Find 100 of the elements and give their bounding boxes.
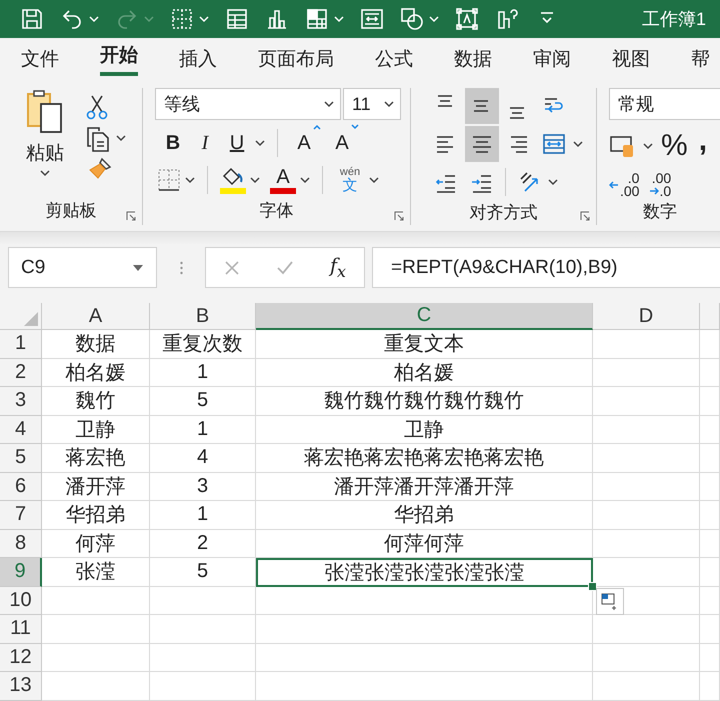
- row-header[interactable]: 7: [0, 501, 42, 530]
- align-center-button[interactable]: [465, 126, 499, 162]
- italic-button[interactable]: I: [191, 128, 219, 158]
- bar-chart-icon[interactable]: [265, 7, 289, 31]
- percent-button[interactable]: %: [661, 131, 688, 161]
- caret-icon[interactable]: [250, 176, 260, 184]
- empty-cell[interactable]: [700, 644, 720, 672]
- increase-decimal-button[interactable]: .0 .00: [609, 172, 640, 198]
- row-header[interactable]: 1: [0, 330, 42, 358]
- ribbon-tab[interactable]: 文件: [21, 38, 59, 80]
- empty-cell[interactable]: [593, 330, 700, 358]
- insert-function-button[interactable]: f$_{x}$: [330, 254, 346, 280]
- bold-button[interactable]: B: [159, 128, 187, 158]
- number-format-dropdown[interactable]: 常规: [609, 88, 720, 120]
- empty-cell[interactable]: [700, 387, 720, 416]
- empty-cell[interactable]: [150, 644, 256, 672]
- sheet-cell[interactable]: 重复文本: [256, 330, 593, 358]
- row-header[interactable]: 3: [0, 387, 42, 416]
- sheet-cell[interactable]: 卫静: [256, 416, 593, 444]
- empty-cell[interactable]: [256, 615, 593, 644]
- empty-cell[interactable]: [700, 615, 720, 644]
- font-name-dropdown[interactable]: 等线: [155, 88, 341, 120]
- drag-handle-icon[interactable]: [180, 260, 182, 274]
- underline-button[interactable]: U: [223, 128, 251, 158]
- row-header[interactable]: 8: [0, 530, 42, 558]
- caret-icon[interactable]: [116, 135, 126, 142]
- shapes-icon[interactable]: [400, 7, 424, 31]
- sheet-cell[interactable]: 何萍何萍: [256, 530, 593, 558]
- sheet-cell[interactable]: 魏竹魏竹魏竹魏竹魏竹: [256, 387, 593, 416]
- row-header[interactable]: 10: [0, 586, 42, 615]
- borders-icon[interactable]: [170, 7, 194, 31]
- paste-button[interactable]: 粘贴: [14, 88, 76, 195]
- sheet-cell[interactable]: 1: [150, 358, 256, 387]
- sheet-cell[interactable]: 张滢: [42, 558, 150, 586]
- empty-cell[interactable]: [700, 586, 720, 615]
- empty-cell[interactable]: [256, 644, 593, 672]
- sheet-cell[interactable]: 重复次数: [150, 330, 256, 358]
- sheet-cell[interactable]: 柏名媛: [256, 358, 593, 387]
- column-header[interactable]: A: [42, 303, 150, 330]
- dialog-launcher-icon[interactable]: [394, 211, 404, 221]
- column-header[interactable]: B: [150, 303, 256, 330]
- row-header[interactable]: 2: [0, 358, 42, 387]
- caret-icon[interactable]: [185, 176, 195, 184]
- sheet-cell[interactable]: 何萍: [42, 530, 150, 558]
- caret-icon[interactable]: [300, 176, 310, 184]
- frame-icon[interactable]: [360, 7, 384, 31]
- empty-cell[interactable]: [593, 387, 700, 416]
- empty-cell[interactable]: [700, 444, 720, 472]
- caret-icon[interactable]: [255, 140, 265, 146]
- caret-icon[interactable]: [548, 178, 558, 186]
- caret-icon[interactable]: [369, 176, 379, 184]
- sheet-cell[interactable]: 华招弟: [256, 501, 593, 530]
- ribbon-tab[interactable]: 帮: [691, 38, 710, 80]
- caret-icon[interactable]: [384, 100, 394, 108]
- empty-cell[interactable]: [150, 672, 256, 700]
- caret-icon[interactable]: [573, 140, 583, 148]
- empty-cell[interactable]: [700, 672, 720, 700]
- empty-cell[interactable]: [150, 586, 256, 615]
- empty-cell[interactable]: [700, 472, 720, 501]
- caret-icon[interactable]: [643, 142, 653, 150]
- sheet-cell[interactable]: 1: [150, 416, 256, 444]
- table-icon[interactable]: [305, 7, 329, 31]
- sheet-cell[interactable]: 1: [150, 501, 256, 530]
- dialog-launcher-icon[interactable]: [126, 211, 136, 221]
- row-header[interactable]: 11: [0, 615, 42, 644]
- row-header[interactable]: 9: [0, 558, 42, 586]
- row-header[interactable]: 6: [0, 472, 42, 501]
- empty-cell[interactable]: [593, 672, 700, 700]
- scissors-icon[interactable]: [86, 94, 108, 120]
- sheet-cell[interactable]: 张滢张滢张滢张滢张滢: [256, 558, 593, 586]
- row-header[interactable]: 4: [0, 416, 42, 444]
- sheet-cell[interactable]: 柏名媛: [42, 358, 150, 387]
- align-middle-button[interactable]: [465, 88, 499, 124]
- ribbon-tab[interactable]: 插入: [179, 38, 217, 80]
- ribbon-tab[interactable]: 开始: [100, 38, 138, 76]
- empty-cell[interactable]: [700, 501, 720, 530]
- empty-cell[interactable]: [593, 530, 700, 558]
- check-icon[interactable]: [276, 260, 294, 276]
- sheet-cell[interactable]: 3: [150, 472, 256, 501]
- column-header[interactable]: C: [256, 303, 593, 330]
- phonetic-button[interactable]: wén 文: [335, 167, 365, 193]
- sheet-cell[interactable]: 蒋宏艳: [42, 444, 150, 472]
- ribbon-tab[interactable]: 视图: [612, 38, 650, 80]
- font-size-dropdown[interactable]: 11: [343, 88, 401, 120]
- caret-icon[interactable]: [40, 170, 50, 177]
- empty-cell[interactable]: [593, 472, 700, 501]
- sheet-cell[interactable]: 2: [150, 530, 256, 558]
- borders-icon[interactable]: [157, 168, 181, 192]
- fill-handle[interactable]: [588, 582, 597, 590]
- shrink-font-button[interactable]: A: [328, 128, 356, 158]
- textbox-icon[interactable]: [455, 7, 479, 31]
- ribbon-tab[interactable]: 数据: [454, 38, 492, 80]
- decrease-decimal-button[interactable]: .00 .0: [649, 172, 672, 198]
- sheet-cell[interactable]: 华招弟: [42, 501, 150, 530]
- empty-cell[interactable]: [256, 672, 593, 700]
- row-header[interactable]: 13: [0, 672, 42, 700]
- save-icon[interactable]: [20, 7, 44, 31]
- sheet-cell[interactable]: 潘开萍: [42, 472, 150, 501]
- empty-cell[interactable]: [593, 358, 700, 387]
- grow-font-button[interactable]: A: [290, 128, 318, 158]
